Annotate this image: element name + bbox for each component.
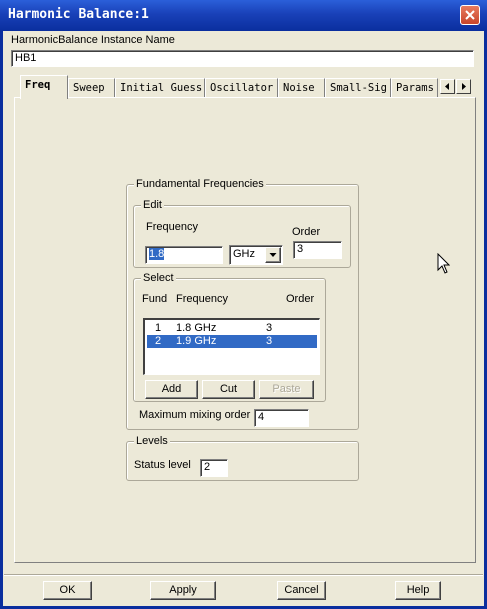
list-item-order: 3 — [266, 322, 273, 334]
frequency-input-value: 1.8 — [149, 248, 165, 260]
order-label: Order — [292, 226, 321, 238]
cut-button[interactable]: Cut — [202, 380, 255, 399]
frequency-label: Frequency — [146, 221, 198, 233]
instance-name-field[interactable]: HB1 — [11, 50, 474, 67]
close-button[interactable] — [460, 5, 480, 25]
instance-name-label: HarmonicBalance Instance Name — [11, 34, 175, 46]
tab-freq[interactable]: Freq — [20, 75, 68, 99]
select-group-title: Select — [141, 272, 176, 284]
tab-small-sig[interactable]: Small-Sig — [325, 78, 391, 97]
help-button[interactable]: Help — [395, 581, 441, 600]
fundamental-frequency-list[interactable]: 1 1.8 GHz 3 2 1.9 GHz 3 — [143, 318, 320, 375]
list-item-frequency: 1.9 GHz — [176, 335, 217, 347]
max-mixing-order-label: Maximum mixing order — [139, 409, 251, 421]
status-level-label: Status level — [134, 459, 191, 471]
tab-scroll-left-button[interactable] — [440, 79, 455, 94]
apply-button[interactable]: Apply — [150, 581, 216, 600]
status-level-input[interactable]: 2 — [200, 459, 228, 477]
paste-button[interactable]: Paste — [259, 380, 314, 399]
fundamental-frequencies-title: Fundamental Frequencies — [134, 178, 266, 190]
tab-params[interactable]: Params — [391, 78, 438, 97]
ok-button[interactable]: OK — [43, 581, 92, 600]
col-header-frequency: Frequency — [176, 293, 228, 305]
list-item-fund: 2 — [155, 335, 162, 347]
tab-oscillator[interactable]: Oscillator — [205, 78, 278, 97]
footer-divider — [4, 574, 483, 576]
list-item[interactable]: 2 1.9 GHz 3 — [147, 335, 317, 348]
levels-group-title: Levels — [134, 435, 170, 447]
order-input[interactable]: 3 — [293, 241, 342, 259]
close-icon — [465, 10, 475, 20]
list-item-order: 3 — [266, 335, 273, 347]
col-header-order: Order — [286, 293, 315, 305]
frequency-input[interactable]: 1.8 — [145, 246, 223, 264]
col-header-fund: Fund — [142, 293, 168, 305]
list-item[interactable]: 1 1.8 GHz 3 — [147, 322, 317, 335]
list-item-frequency: 1.8 GHz — [176, 322, 217, 334]
window-title: Harmonic Balance:1 — [8, 7, 149, 22]
tab-initial-guess[interactable]: Initial Guess — [115, 78, 205, 97]
list-item-fund: 1 — [155, 322, 162, 334]
chevron-down-icon — [269, 253, 277, 257]
max-mixing-order-input[interactable]: 4 — [254, 409, 309, 427]
arrow-left-icon — [445, 83, 449, 90]
tab-sweep[interactable]: Sweep — [68, 78, 115, 97]
mouse-cursor-icon — [437, 253, 450, 274]
frequency-unit-value: GHz — [233, 248, 255, 260]
add-button[interactable]: Add — [145, 380, 198, 399]
arrow-right-icon — [462, 83, 466, 90]
cancel-button[interactable]: Cancel — [277, 581, 326, 600]
edit-group-title: Edit — [141, 199, 164, 211]
unit-dropdown-button[interactable] — [265, 247, 281, 263]
tab-scroll-right-button[interactable] — [456, 79, 471, 94]
tab-noise[interactable]: Noise — [278, 78, 325, 97]
